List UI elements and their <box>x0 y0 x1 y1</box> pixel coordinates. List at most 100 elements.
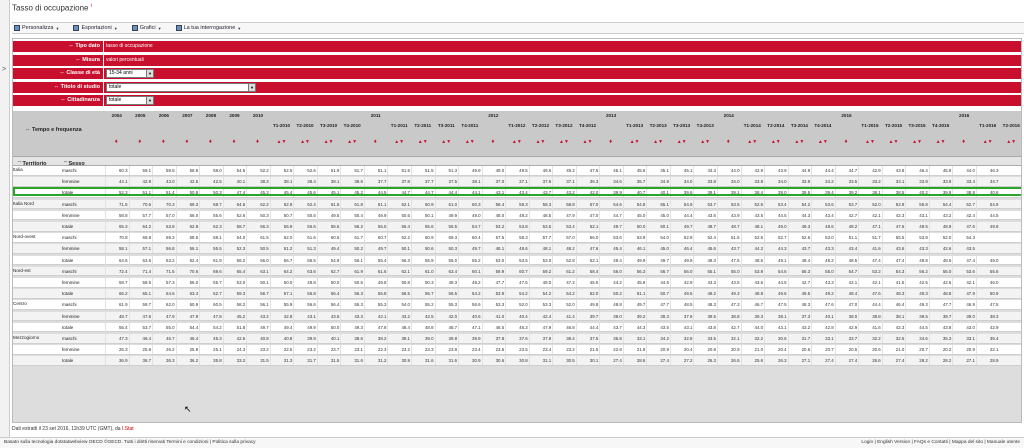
toolbar-menu-0[interactable]: Personalizza ▼ <box>14 25 59 31</box>
quarter-header[interactable]: T1-2013 <box>623 123 647 128</box>
sort-icon[interactable]: ▲▼ <box>512 139 522 145</box>
region-label[interactable]: Nord-ovest <box>13 234 35 239</box>
dimension-select[interactable]: totale ▼ <box>106 82 256 92</box>
tempo-header[interactable]: ⇔ Tempo e frequenza <box>25 127 82 133</box>
footer-copyright[interactable]: Basato sulla tecnologia dotstatwebview O… <box>4 438 256 448</box>
quarter-header[interactable]: T2-2010 <box>293 123 317 128</box>
sort-icon[interactable]: ▲▼ <box>441 139 451 145</box>
quarter-header[interactable]: T1-2010 <box>270 123 294 128</box>
diamond-icon[interactable]: ♦ <box>209 139 212 145</box>
quarter-header[interactable]: T1-2015 <box>858 123 882 128</box>
sort-icon[interactable]: ▲▼ <box>1006 139 1016 145</box>
region-label[interactable]: Nord-est <box>13 268 31 273</box>
year-header[interactable]: 2016 <box>952 113 976 118</box>
quarter-header[interactable]: T4-2011 <box>458 123 482 128</box>
year-header[interactable]: 2011 <box>364 113 388 118</box>
year-header[interactable]: 2012 <box>482 113 506 118</box>
sesso-header[interactable]: ⇔ Sesso <box>63 159 85 167</box>
quarter-header[interactable]: T2-2015 <box>882 123 906 128</box>
dimension-select[interactable]: 15-34 anni ▼ <box>106 69 154 78</box>
year-header[interactable]: 2015 <box>835 113 859 118</box>
diamond-icon[interactable]: ♦ <box>962 139 965 145</box>
sort-icon[interactable]: ▲▼ <box>559 139 569 145</box>
quarter-header[interactable]: T3-2010 <box>317 123 341 128</box>
region-label[interactable]: Mezzogiorno <box>13 335 39 340</box>
sort-icon[interactable]: ▲▼ <box>300 139 310 145</box>
sort-icon[interactable]: ▲▼ <box>583 139 593 145</box>
diamond-icon[interactable]: ♦ <box>491 139 494 145</box>
expand-icon[interactable]: > <box>2 66 6 73</box>
diamond-icon[interactable]: ♦ <box>609 139 612 145</box>
quarter-header[interactable]: T1-2014 <box>741 123 765 128</box>
quarter-header[interactable]: T2-2013 <box>646 123 670 128</box>
sort-icon[interactable]: ▲▼ <box>418 139 428 145</box>
quarter-header[interactable]: T2-2012 <box>529 123 553 128</box>
year-header[interactable]: 2009 <box>223 113 247 118</box>
info-icon[interactable]: i <box>91 3 92 9</box>
diamond-icon[interactable]: ♦ <box>138 139 141 145</box>
quarter-header[interactable]: T2-2016 <box>999 123 1021 128</box>
sort-icon[interactable]: ▲▼ <box>677 139 687 145</box>
quarter-header[interactable]: T4-2015 <box>929 123 953 128</box>
sort-icon[interactable]: ▲▼ <box>277 139 287 145</box>
territorio-header[interactable]: ⇔ Territorio <box>17 159 47 167</box>
year-header[interactable]: 2013 <box>599 113 623 118</box>
quarter-header[interactable]: T2-2014 <box>764 123 788 128</box>
region-label[interactable]: Italia <box>13 167 23 172</box>
sort-icon[interactable]: ▲▼ <box>794 139 804 145</box>
sort-icon[interactable]: ▲▼ <box>535 139 545 145</box>
year-header[interactable]: 2007 <box>176 113 200 118</box>
quarter-header[interactable]: T3-2012 <box>552 123 576 128</box>
sort-icon[interactable]: ▲▼ <box>347 139 357 145</box>
year-header[interactable]: 2010 <box>246 113 270 118</box>
region-label[interactable]: Centro <box>13 301 27 306</box>
sort-icon[interactable]: ▲▼ <box>936 139 946 145</box>
quarter-header[interactable]: T1-2011 <box>387 123 411 128</box>
toolbar-menu-2[interactable]: Grafici ▼ <box>131 25 162 31</box>
sort-icon[interactable]: ▲▼ <box>465 139 475 145</box>
sort-icon[interactable]: ▲▼ <box>653 139 663 145</box>
year-header[interactable]: 2005 <box>129 113 153 118</box>
dimension-select[interactable]: totale ▼ <box>106 96 154 105</box>
sort-icon[interactable]: ▲▼ <box>865 139 875 145</box>
sort-icon[interactable]: ▲▼ <box>394 139 404 145</box>
diamond-icon[interactable]: ♦ <box>162 139 165 145</box>
sort-icon[interactable]: ▲▼ <box>771 139 781 145</box>
quarter-header[interactable]: T1-2012 <box>505 123 529 128</box>
quarter-header[interactable]: T3-2011 <box>435 123 459 128</box>
toolbar-menu-3[interactable]: La tua interrogazione ▼ <box>175 25 241 31</box>
year-header[interactable]: 2004 <box>105 113 129 118</box>
year-header[interactable]: 2014 <box>717 113 741 118</box>
diamond-icon[interactable]: ♦ <box>727 139 730 145</box>
source-link[interactable]: I.Stat <box>122 426 134 432</box>
sort-icon[interactable]: ▲▼ <box>912 139 922 145</box>
quarter-header[interactable]: T3-2014 <box>788 123 812 128</box>
diamond-icon[interactable]: ♦ <box>256 139 259 145</box>
quarter-header[interactable]: T4-2014 <box>811 123 835 128</box>
sort-icon[interactable]: ▲▼ <box>324 139 334 145</box>
quarter-header[interactable]: T2-2011 <box>411 123 435 128</box>
sort-icon[interactable]: ▲▼ <box>700 139 710 145</box>
diamond-icon[interactable]: ♦ <box>374 139 377 145</box>
quarter-header[interactable]: T4-2010 <box>340 123 364 128</box>
sort-icon[interactable]: ▲▼ <box>818 139 828 145</box>
sort-icon[interactable]: ▲▼ <box>747 139 757 145</box>
quarter-header[interactable]: T3-2015 <box>905 123 929 128</box>
year-header[interactable]: 2008 <box>199 113 223 118</box>
diamond-icon[interactable]: ♦ <box>185 139 188 145</box>
quarter-header[interactable]: T4-2013 <box>693 123 717 128</box>
diamond-icon[interactable]: ♦ <box>232 139 235 145</box>
quarter-header[interactable]: T3-2013 <box>670 123 694 128</box>
footer-links[interactable]: Login | English Version | FAQs e Contatt… <box>861 438 1020 448</box>
collapse-panel[interactable]: > <box>0 0 10 448</box>
sort-icon[interactable]: ▲▼ <box>630 139 640 145</box>
diamond-icon[interactable]: ♦ <box>115 139 118 145</box>
year-header[interactable]: 2006 <box>152 113 176 118</box>
sort-icon[interactable]: ▲▼ <box>983 139 993 145</box>
region-label[interactable]: Italia Nord <box>13 201 34 206</box>
toolbar-menu-1[interactable]: Esportazioni ▼ <box>73 25 118 31</box>
quarter-header[interactable]: T4-2012 <box>576 123 600 128</box>
quarter-header[interactable]: T1-2016 <box>976 123 1000 128</box>
sort-icon[interactable]: ▲▼ <box>889 139 899 145</box>
diamond-icon[interactable]: ♦ <box>844 139 847 145</box>
